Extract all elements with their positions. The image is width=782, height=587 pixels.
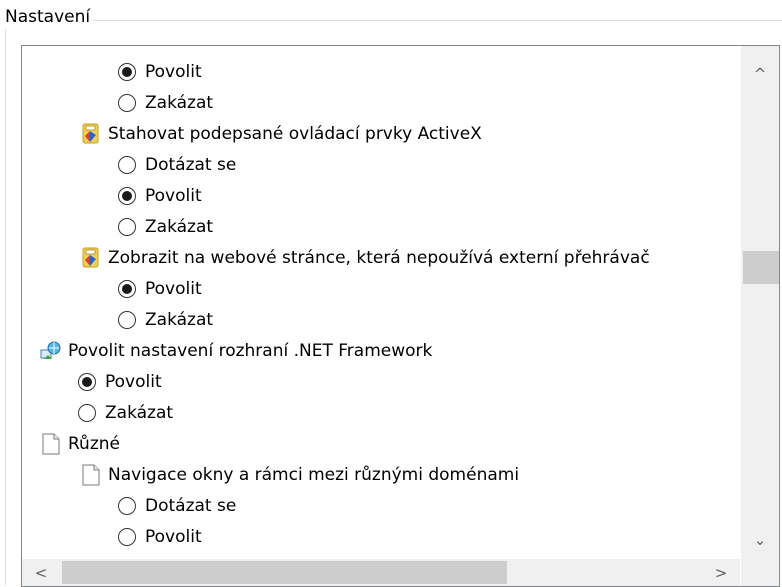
settings-tree-content: Povolit Zakázat Stahovat podepsané ovlád… xyxy=(22,46,740,559)
radio-label: Povolit xyxy=(145,185,202,206)
radio-label: Povolit xyxy=(145,526,202,547)
radio-button[interactable] xyxy=(118,186,136,205)
document-icon xyxy=(82,464,100,485)
radio-label: Povolit xyxy=(145,61,202,82)
radio-label: Povolit xyxy=(105,371,162,392)
radio-button[interactable] xyxy=(118,310,136,329)
radio-option[interactable]: Povolit xyxy=(118,521,202,552)
vertical-scroll-thumb[interactable] xyxy=(743,251,779,284)
group-frame-left xyxy=(5,20,6,585)
radio-button[interactable] xyxy=(118,93,136,112)
horizontal-scrollbar[interactable]: < > xyxy=(22,559,740,586)
tree-item-external-player[interactable]: Zobrazit na webové stránce, která nepouž… xyxy=(80,242,650,273)
radio-label: Dotázat se xyxy=(145,495,237,516)
activex-settings-icon xyxy=(82,123,99,143)
radio-option[interactable]: Zakázat xyxy=(78,397,173,428)
tree-item-net-framework[interactable]: Povolit nastavení rozhraní .NET Framewor… xyxy=(40,335,432,366)
radio-button[interactable] xyxy=(118,527,136,546)
scrollbar-corner xyxy=(741,559,779,586)
radio-button[interactable] xyxy=(118,279,136,298)
scroll-up-button[interactable]: ^ xyxy=(741,64,779,84)
tree-item-label: Různé xyxy=(68,433,120,454)
activex-settings-icon xyxy=(82,247,99,267)
radio-label: Zakázat xyxy=(145,309,214,330)
radio-button[interactable] xyxy=(118,217,136,236)
radio-option[interactable]: Zakázat xyxy=(118,211,213,242)
scroll-down-button[interactable]: ⌄ xyxy=(741,530,779,550)
radio-button[interactable] xyxy=(78,403,96,422)
radio-option[interactable]: Povolit xyxy=(118,180,202,211)
radio-button[interactable] xyxy=(118,62,136,81)
group-title: Nastavení xyxy=(4,5,94,29)
radio-option[interactable]: Povolit xyxy=(118,273,202,304)
radio-option[interactable]: Dotázat se xyxy=(118,490,236,521)
tree-item-label: Zobrazit na webové stránce, která nepouž… xyxy=(108,247,650,268)
radio-option[interactable]: Zakázat xyxy=(118,87,213,118)
tree-item-label: Stahovat podepsané ovládací prvky Active… xyxy=(108,123,482,144)
scroll-right-button[interactable]: > xyxy=(702,563,740,583)
radio-option[interactable]: Zakázat xyxy=(118,304,213,335)
radio-label: Zakázat xyxy=(145,216,214,237)
radio-option[interactable]: Dotázat se xyxy=(118,149,236,180)
radio-button[interactable] xyxy=(78,372,96,391)
document-icon xyxy=(42,433,60,454)
horizontal-scroll-thumb[interactable] xyxy=(62,561,507,584)
tree-item-label: Navigace okny a rámci mezi různými domén… xyxy=(108,464,520,485)
radio-option[interactable]: Povolit xyxy=(78,366,162,397)
radio-button[interactable] xyxy=(118,155,136,174)
radio-label: Zakázat xyxy=(145,92,214,113)
radio-label: Zakázat xyxy=(105,402,174,423)
radio-option[interactable]: Povolit xyxy=(118,56,202,87)
vertical-scrollbar[interactable]: ^ ⌄ xyxy=(741,46,779,559)
tree-item-label: Povolit nastavení rozhraní .NET Framewor… xyxy=(68,340,433,361)
settings-tree[interactable]: Povolit Zakázat Stahovat podepsané ovlád… xyxy=(21,45,780,587)
scroll-left-button[interactable]: < xyxy=(22,563,60,583)
radio-label: Povolit xyxy=(145,278,202,299)
radio-button[interactable] xyxy=(118,496,136,515)
tree-item-activex-download[interactable]: Stahovat podepsané ovládací prvky Active… xyxy=(80,118,482,149)
radio-label: Dotázat se xyxy=(145,154,237,175)
tree-item-cross-domain-navigation[interactable]: Navigace okny a rámci mezi různými domén… xyxy=(80,459,519,490)
tree-item-misc[interactable]: Různé xyxy=(40,428,120,459)
net-framework-icon xyxy=(40,341,61,359)
group-frame-top xyxy=(5,20,782,21)
